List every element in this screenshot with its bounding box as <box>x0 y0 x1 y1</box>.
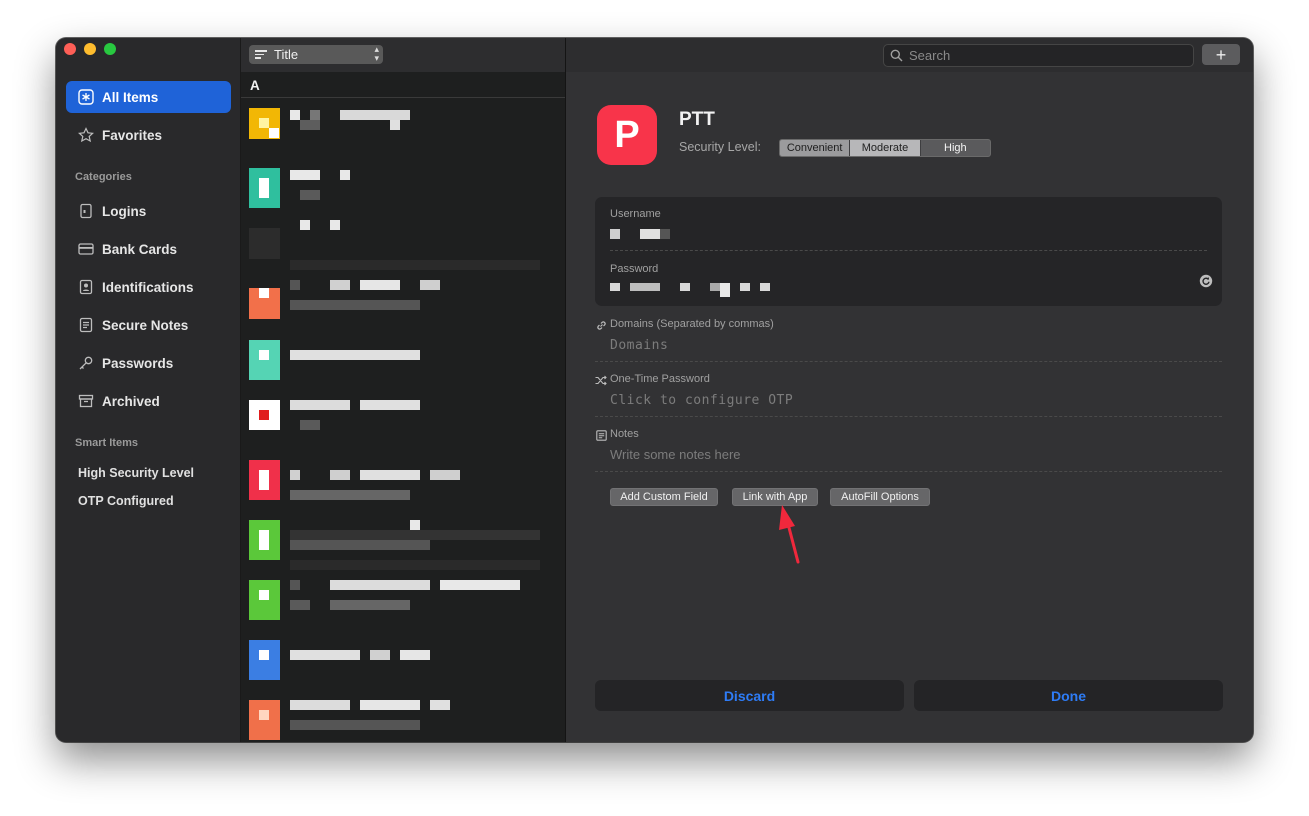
archive-icon <box>78 393 94 409</box>
sidebar-item-bank-cards[interactable]: Bank Cards <box>66 233 231 265</box>
security-level-high[interactable]: High <box>921 140 990 156</box>
list-item[interactable] <box>249 400 549 460</box>
categories-heading: Categories <box>75 171 132 183</box>
regenerate-password-icon[interactable] <box>1199 274 1213 293</box>
domains-input[interactable]: Domains <box>610 338 668 353</box>
card-icon <box>78 241 94 257</box>
security-level-moderate[interactable]: Moderate <box>850 140 921 156</box>
list-item[interactable] <box>249 100 549 160</box>
sort-button[interactable]: Title ▴ ▾ <box>249 45 383 64</box>
username-label: Username <box>610 208 661 220</box>
sidebar-item-logins[interactable]: Logins <box>66 195 231 227</box>
password-value[interactable] <box>610 283 780 297</box>
link-with-app-button[interactable]: Link with App <box>732 488 818 506</box>
credentials-box: Username Password <box>595 197 1222 306</box>
app-window: All Items Favorites Categories Logins Ba… <box>56 38 1253 742</box>
domains-label: Domains (Separated by commas) <box>610 318 774 330</box>
item-list: Title ▴ ▾ A <box>241 38 566 742</box>
search-input[interactable] <box>909 48 1179 63</box>
sidebar-item-archived[interactable]: Archived <box>66 385 231 417</box>
app-thumbnail <box>249 700 280 740</box>
sidebar-item-label: Identifications <box>102 279 194 295</box>
section-header: A <box>250 78 260 93</box>
app-thumbnail <box>249 400 280 430</box>
asterisk-icon <box>78 89 94 105</box>
list-item[interactable] <box>249 280 549 340</box>
list-item[interactable] <box>249 700 549 742</box>
shuffle-icon <box>595 373 607 391</box>
app-thumbnail <box>249 460 280 500</box>
login-icon <box>78 203 94 219</box>
sidebar: All Items Favorites Categories Logins Ba… <box>56 38 241 742</box>
password-label: Password <box>610 263 659 275</box>
sidebar-item-label: All Items <box>102 89 159 105</box>
security-level-label: Security Level: <box>679 140 761 154</box>
key-icon <box>78 355 94 371</box>
autofill-options-button[interactable]: AutoFill Options <box>830 488 930 506</box>
note-icon <box>78 317 94 333</box>
sidebar-item-label: Secure Notes <box>102 317 189 333</box>
notes-icon <box>596 428 607 446</box>
app-thumbnail <box>249 228 280 259</box>
sidebar-item-secure-notes[interactable]: Secure Notes <box>66 309 231 341</box>
app-thumbnail <box>249 168 280 208</box>
maximize-window-button[interactable] <box>104 43 116 55</box>
search-field[interactable] <box>883 44 1194 67</box>
app-thumbnail <box>249 640 280 680</box>
smart-items-heading: Smart Items <box>75 437 138 449</box>
smart-item-otp-configured[interactable]: OTP Configured <box>78 494 174 508</box>
list-item[interactable] <box>249 580 549 640</box>
chevron-updown-icon: ▴ ▾ <box>374 44 379 63</box>
sidebar-item-passwords[interactable]: Passwords <box>66 347 231 379</box>
sidebar-item-label: Bank Cards <box>102 241 178 257</box>
security-level-selector: Convenient Moderate High <box>779 139 991 157</box>
configure-otp-field[interactable]: Click to configure OTP <box>610 393 793 408</box>
add-item-button[interactable]: + <box>1202 44 1240 65</box>
list-item[interactable] <box>249 160 549 220</box>
window-controls <box>64 43 116 55</box>
app-thumbnail <box>249 520 280 560</box>
main-toolbar: + <box>566 38 1253 72</box>
list-item[interactable] <box>249 640 549 700</box>
sidebar-item-label: Favorites <box>102 127 163 143</box>
sidebar-item-identifications[interactable]: Identifications <box>66 271 231 303</box>
list-item[interactable] <box>249 220 549 280</box>
app-thumbnail <box>249 340 280 380</box>
smart-item-high-security[interactable]: High Security Level <box>78 466 194 480</box>
minimize-window-button[interactable] <box>84 43 96 55</box>
notes-label: Notes <box>610 428 639 440</box>
detail-pane: + P PTT Security Level: Convenient Moder… <box>566 38 1253 742</box>
username-value[interactable] <box>610 229 670 239</box>
sidebar-item-label: Passwords <box>102 355 174 371</box>
sidebar-item-favorites[interactable]: Favorites <box>66 119 231 151</box>
otp-label: One-Time Password <box>610 373 710 385</box>
sidebar-item-label: Logins <box>102 203 147 219</box>
discard-button[interactable]: Discard <box>595 680 904 711</box>
star-icon <box>78 127 94 143</box>
sort-icon <box>255 48 267 61</box>
app-thumbnail <box>249 108 280 139</box>
item-title[interactable]: PTT <box>679 109 715 131</box>
list-item[interactable] <box>249 460 549 520</box>
add-custom-field-button[interactable]: Add Custom Field <box>610 488 718 506</box>
app-thumbnail <box>249 580 280 620</box>
list-toolbar: Title ▴ ▾ <box>241 38 565 72</box>
list-item[interactable] <box>249 520 549 580</box>
security-level-convenient[interactable]: Convenient <box>780 140 851 156</box>
list-item[interactable] <box>249 340 549 400</box>
sidebar-item-label: Archived <box>102 393 160 409</box>
item-app-icon[interactable]: P <box>597 105 657 165</box>
app-thumbnail <box>249 288 280 319</box>
id-icon <box>78 279 94 295</box>
link-icon <box>596 318 607 336</box>
sidebar-item-all-items[interactable]: All Items <box>66 81 231 113</box>
notes-input[interactable]: Write some notes here <box>610 447 741 462</box>
sort-label: Title <box>274 47 299 62</box>
search-icon <box>890 49 903 62</box>
done-button[interactable]: Done <box>914 680 1223 711</box>
close-window-button[interactable] <box>64 43 76 55</box>
